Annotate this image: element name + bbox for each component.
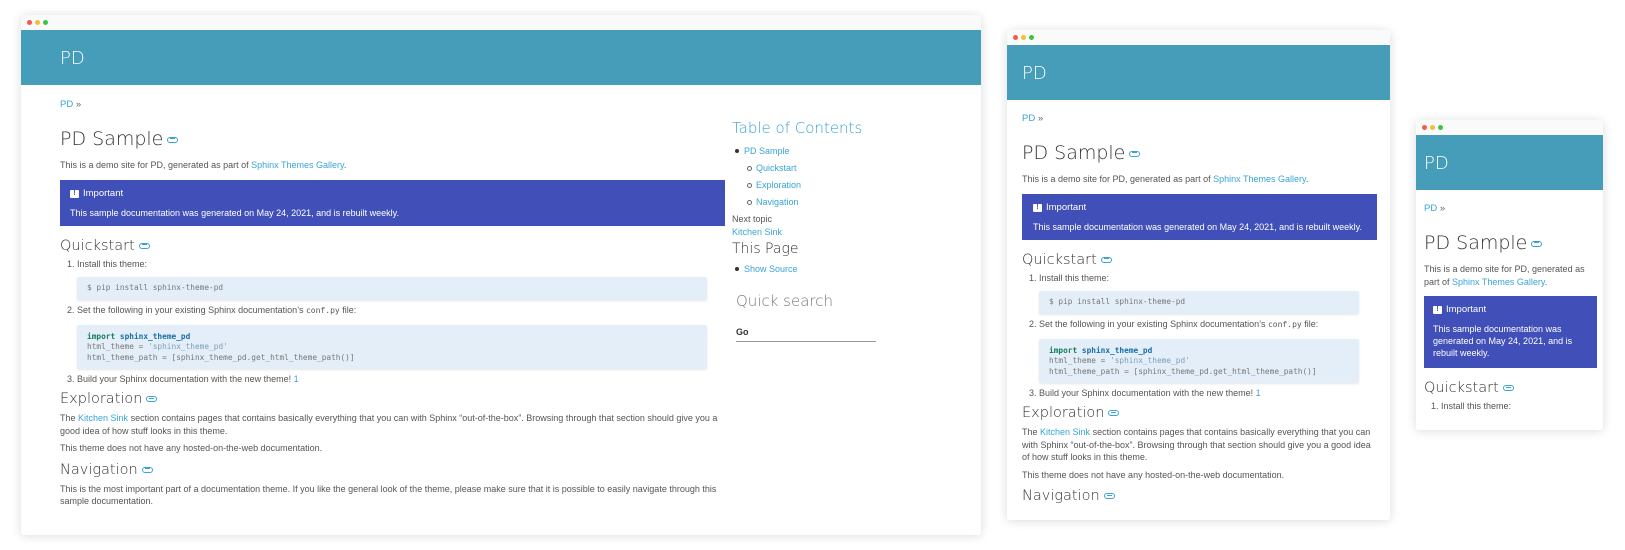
exclamation-icon: ! — [1433, 306, 1442, 314]
toc-title[interactable]: Table of Contents — [732, 119, 932, 137]
main-content: PD Sample This is a demo site for PD, ge… — [1022, 142, 1377, 504]
sphinx-gallery-link[interactable]: Sphinx Themes Gallery — [251, 160, 344, 170]
quickstart-steps: Install this theme: $ pip install sphinx… — [77, 258, 725, 386]
toc-item-pd-sample[interactable]: PD Sample — [744, 146, 790, 156]
kitchen-sink-link[interactable]: Kitchen Sink — [78, 413, 128, 423]
link-icon[interactable] — [1103, 493, 1115, 499]
breadcrumb-link[interactable]: PD — [1022, 113, 1035, 124]
intro-paragraph: This is a demo site for PD, generated as… — [1022, 174, 1309, 184]
next-topic-label: Next topic — [732, 214, 773, 224]
main-content: PD Sample This is a demo site for PD, ge… — [1424, 232, 1597, 417]
site-header: PD — [1007, 45, 1390, 100]
link-icon[interactable] — [1129, 150, 1141, 157]
hosted-paragraph: This theme does not have any hosted-on-t… — [1022, 469, 1285, 480]
tablet-window: PD PD » PD Sample This is a demo site fo… — [1007, 30, 1390, 520]
footnote-link[interactable]: 1 — [1256, 388, 1261, 398]
quickstart-heading: Quickstart — [1022, 252, 1377, 268]
quick-search-heading: Quick search — [736, 292, 834, 310]
maximize-dot — [43, 20, 48, 25]
mobile-window: PD PD » PD Sample This is a demo site fo… — [1416, 120, 1603, 430]
link-icon[interactable] — [1100, 256, 1112, 263]
intro-paragraph: This is a demo site for PD, generated as… — [60, 160, 347, 170]
breadcrumb-link[interactable]: PD — [1424, 203, 1437, 214]
search-input[interactable]: Go — [736, 322, 876, 342]
site-header: PD — [1416, 135, 1603, 190]
quickstart-steps: Install this theme: — [1441, 400, 1597, 413]
quickstart-heading: Quickstart — [60, 238, 725, 254]
sphinx-gallery-link[interactable]: Sphinx Themes Gallery — [1452, 277, 1545, 287]
link-icon[interactable] — [1531, 240, 1543, 247]
window-chrome — [1416, 120, 1603, 135]
window-chrome — [21, 15, 981, 30]
exploration-heading: Exploration — [1022, 405, 1377, 421]
toc-item-navigation[interactable]: Navigation — [756, 197, 799, 207]
link-icon[interactable] — [1502, 385, 1514, 391]
minimize-dot — [35, 20, 40, 25]
site-title[interactable]: PD — [60, 48, 85, 69]
navigation-heading: Navigation — [1022, 488, 1377, 504]
quickstart-heading: Quickstart — [1424, 380, 1597, 396]
install-code-block: $ pip install sphinx-theme-pd — [77, 277, 707, 300]
exclamation-icon: ! — [1033, 203, 1042, 212]
conf-code-block: import sphinx_theme_pd html_theme = 'sph… — [1039, 338, 1359, 383]
toc-item-exploration[interactable]: Exploration — [756, 180, 801, 190]
kitchen-sink-link[interactable]: Kitchen Sink — [1040, 427, 1090, 437]
exploration-paragraph: The Kitchen Sink section contains pages … — [60, 413, 718, 436]
breadcrumb: PD » — [1022, 113, 1044, 124]
hosted-paragraph: This theme does not have any hosted-on-t… — [60, 443, 323, 453]
link-icon[interactable] — [1108, 410, 1120, 416]
show-source-link[interactable]: Show Source — [744, 264, 798, 274]
install-code-block: $ pip install sphinx-theme-pd — [1039, 291, 1359, 314]
main-content: PD Sample This is a demo site for PD, ge… — [60, 128, 725, 508]
close-dot — [1422, 125, 1427, 130]
navigation-heading: Navigation — [60, 462, 725, 478]
breadcrumb: PD » — [1424, 203, 1446, 214]
minimize-dot — [1021, 35, 1026, 40]
page-title: PD Sample — [1424, 232, 1597, 254]
site-header: PD — [21, 30, 981, 85]
close-dot — [27, 20, 32, 25]
navigation-paragraph: This is the most important part of a doc… — [60, 483, 717, 507]
toc-list: PD Sample Quickstart Exploration Navigat… — [732, 143, 932, 211]
link-icon[interactable] — [138, 242, 150, 249]
this-page-heading: This Page — [732, 241, 799, 257]
page-title: PD Sample — [1022, 142, 1377, 164]
breadcrumb-link[interactable]: PD — [60, 99, 73, 110]
important-admonition: ! Important This sample documentation was… — [1022, 193, 1377, 240]
site-title[interactable]: PD — [1424, 153, 1449, 174]
exploration-heading: Exploration — [60, 391, 725, 407]
exploration-paragraph: The Kitchen Sink section contains pages … — [1022, 427, 1371, 462]
link-icon[interactable] — [141, 466, 153, 473]
conf-code-block: import sphinx_theme_pd html_theme = 'sph… — [77, 324, 707, 369]
sphinx-gallery-link[interactable]: Sphinx Themes Gallery — [1213, 174, 1306, 184]
toc-item-quickstart[interactable]: Quickstart — [756, 163, 797, 173]
page-title: PD Sample — [60, 128, 725, 150]
link-icon[interactable] — [146, 396, 158, 402]
window-chrome — [1007, 30, 1390, 45]
exclamation-icon: ! — [70, 189, 79, 198]
maximize-dot — [1438, 125, 1443, 130]
important-admonition: ! Important This sample documentation was… — [1424, 296, 1597, 368]
breadcrumb: PD » — [60, 99, 82, 110]
footnote-link[interactable]: 1 — [294, 374, 299, 384]
sidebar: Table of Contents PD Sample Quickstart E… — [732, 119, 932, 342]
close-dot — [1013, 35, 1018, 40]
go-button[interactable]: Go — [736, 327, 749, 337]
quickstart-steps: Install this theme: $ pip install sphinx… — [1039, 272, 1377, 400]
next-topic-link[interactable]: Kitchen Sink — [732, 227, 782, 237]
minimize-dot — [1430, 125, 1435, 130]
link-icon[interactable] — [167, 136, 179, 143]
maximize-dot — [1029, 35, 1034, 40]
intro-paragraph: This is a demo site for PD, generated as… — [1424, 264, 1585, 287]
site-title[interactable]: PD — [1022, 63, 1047, 84]
desktop-window: PD PD » PD Sample This is a demo site fo… — [21, 15, 981, 535]
important-admonition: ! Important This sample documentation was… — [60, 179, 725, 226]
